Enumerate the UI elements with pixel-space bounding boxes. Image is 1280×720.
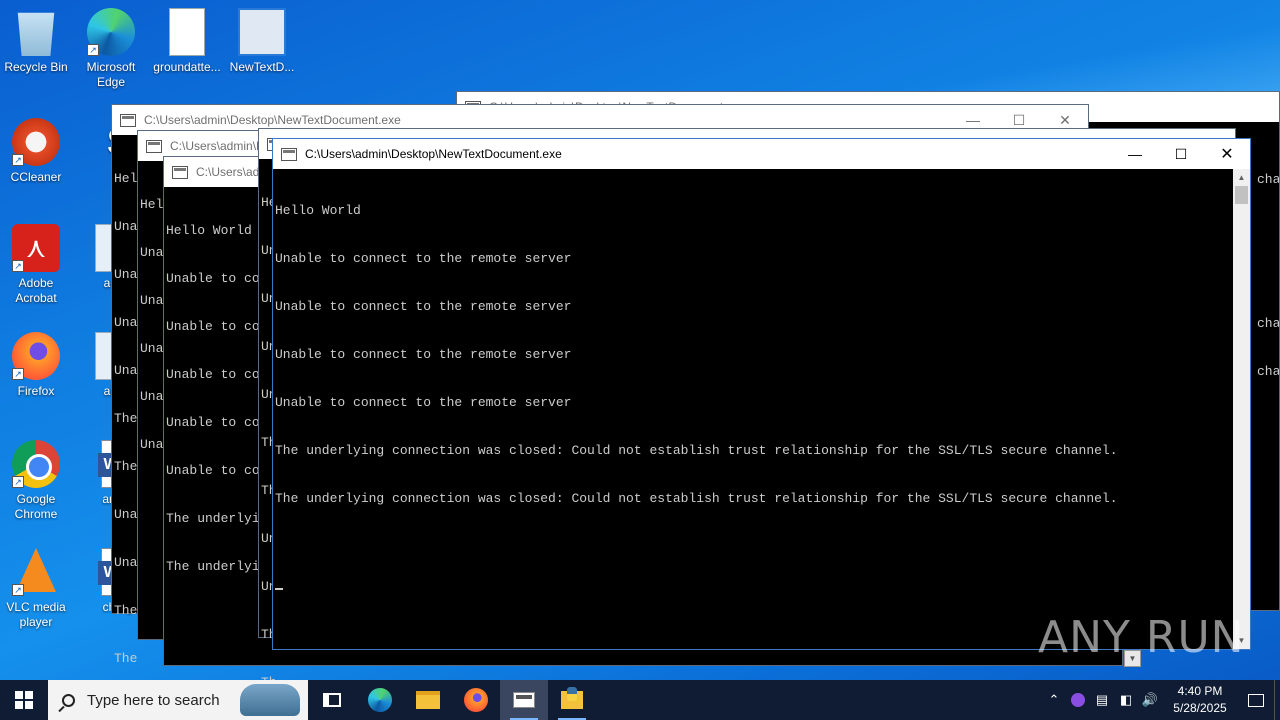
vlc-icon: ↗ [12, 548, 60, 596]
clock-time: 4:40 PM [1177, 684, 1223, 698]
scroll-down-button[interactable]: ▼ [1124, 650, 1141, 667]
scroll-down-arrow-icon[interactable]: ▼ [1233, 632, 1250, 649]
text-cursor [275, 588, 283, 590]
taskbar-console-button[interactable] [500, 680, 548, 720]
console-output: cha cha [1255, 280, 1279, 412]
taskbar-firefox-button[interactable] [452, 680, 500, 720]
window-titlebar[interactable]: C:\Users\admin\Desktop\NewTextDocument.e… [273, 139, 1250, 169]
recycle-bin-icon [17, 12, 55, 56]
acrobat-icon: ⋏ ↗ [12, 224, 60, 272]
console-window-active[interactable]: C:\Users\admin\Desktop\NewTextDocument.e… [272, 138, 1251, 650]
clock-date: 5/28/2025 [1173, 701, 1227, 715]
desktop-icon-edge[interactable]: ↗ Microsoft Edge [75, 8, 147, 90]
desktop-icon-ccleaner[interactable]: ↗ CCleaner [0, 118, 72, 185]
chrome-icon: ↗ [12, 440, 60, 488]
console-line: Unable to connect to the remote server [275, 299, 572, 314]
network-icon[interactable]: ◧ [1114, 680, 1138, 720]
console-line: The underlying connection was closed: Co… [275, 491, 1118, 506]
console-app-icon [513, 692, 535, 708]
edge-icon [368, 688, 392, 712]
console-app-icon [120, 113, 136, 127]
console-app-icon [172, 165, 188, 179]
desktop-icon-label: Microsoft Edge [86, 60, 136, 89]
scroll-up-arrow-icon[interactable]: ▲ [1233, 169, 1250, 186]
taskbar-edge-button[interactable] [356, 680, 404, 720]
close-button[interactable]: ✕ [1204, 139, 1250, 169]
device-icon[interactable]: ▤ [1090, 680, 1114, 720]
desktop-icon-label: VLC media player [6, 600, 66, 629]
desktop-icon-label: NewTextD... [229, 60, 295, 74]
console-line: cha [1257, 364, 1279, 379]
exe-file-icon [238, 8, 286, 56]
console-line: Hello World [275, 203, 361, 218]
image-file-icon [169, 8, 205, 56]
window-title: C:\Users\admin\Desktop\NewTextDocument.e… [144, 113, 401, 127]
show-desktop-button[interactable] [1274, 680, 1280, 720]
console-line: cha [1257, 316, 1279, 331]
desktop-icon-label: Adobe Acrobat [15, 276, 57, 305]
chevron-up-icon[interactable]: ⌃ [1042, 680, 1066, 720]
console-line: Unable to connect to the remote server [275, 347, 572, 362]
window-title: C:\Users\admin\D [170, 139, 265, 153]
console-output: Hello World Unable to connect to the rem… [273, 169, 1250, 625]
scrollbar-thumb[interactable] [1235, 186, 1248, 204]
tray-app-icon[interactable] [1066, 680, 1090, 720]
windows-logo-icon [15, 691, 33, 709]
desktop-icon-vlc[interactable]: ↗ VLC media player [0, 548, 72, 630]
console-line: Unable to connect to the remote server [275, 395, 572, 410]
desktop-icon-label: Firefox [17, 384, 55, 398]
console-output: cha [1255, 136, 1279, 220]
desktop-icon-recycle-bin[interactable]: Recycle Bin [0, 8, 72, 75]
notification-icon [1248, 693, 1264, 707]
desktop-icon-label: groundatte... [153, 60, 221, 74]
edge-icon: ↗ [87, 8, 135, 56]
task-view-button[interactable] [308, 680, 356, 720]
desktop-icon-label: Google Chrome [14, 492, 58, 521]
desktop-icon-label: CCleaner [10, 170, 62, 184]
search-highlight-illustration-icon [240, 684, 300, 716]
desktop-icon-label: Recycle Bin [4, 60, 68, 74]
taskbar-search-box[interactable]: Type here to search [48, 680, 308, 720]
minimize-button[interactable]: — [1112, 139, 1158, 169]
desktop-icon-acrobat[interactable]: ⋏ ↗ Adobe Acrobat [0, 224, 72, 306]
taskbar-file-explorer-button[interactable] [404, 680, 452, 720]
ccleaner-icon: ↗ [12, 118, 60, 166]
folder-icon [416, 691, 440, 709]
console-app-icon [146, 139, 162, 153]
console-app-icon [281, 147, 297, 161]
firefox-icon [464, 688, 488, 712]
console-line: The underlying connection was closed: Co… [275, 443, 1118, 458]
firefox-icon: ↗ [12, 332, 60, 380]
search-icon [62, 693, 75, 707]
taskbar-python-folder-button[interactable] [548, 680, 596, 720]
desktop-icon-groundatte[interactable]: groundatte... [151, 8, 223, 75]
maximize-button[interactable]: ☐ [1158, 139, 1204, 169]
console-line: Unable to connect to the remote server [275, 251, 572, 266]
desktop-icon-chrome[interactable]: ↗ Google Chrome [0, 440, 72, 522]
start-button[interactable] [0, 680, 48, 720]
desktop-icon-firefox[interactable]: ↗ Firefox [0, 332, 72, 399]
search-placeholder: Type here to search [87, 691, 220, 709]
task-view-icon [323, 693, 341, 707]
taskbar: Type here to search ⌃ ▤ ◧ 🔊 4:40 PM 5/28… [0, 680, 1280, 720]
python-folder-icon [561, 687, 583, 709]
volume-icon[interactable]: 🔊 [1138, 680, 1162, 720]
notification-center-button[interactable] [1238, 680, 1274, 720]
window-title: C:\Users\admin\Desktop\NewTextDocument.e… [305, 147, 562, 161]
system-tray: ⌃ ▤ ◧ 🔊 4:40 PM 5/28/2025 [1042, 680, 1280, 720]
desktop-icon-newtextdocument[interactable]: NewTextD... [226, 8, 298, 75]
vertical-scrollbar[interactable]: ▲ ▼ [1233, 169, 1250, 649]
taskbar-clock[interactable]: 4:40 PM 5/28/2025 [1162, 683, 1238, 717]
console-line: cha [1257, 172, 1279, 187]
